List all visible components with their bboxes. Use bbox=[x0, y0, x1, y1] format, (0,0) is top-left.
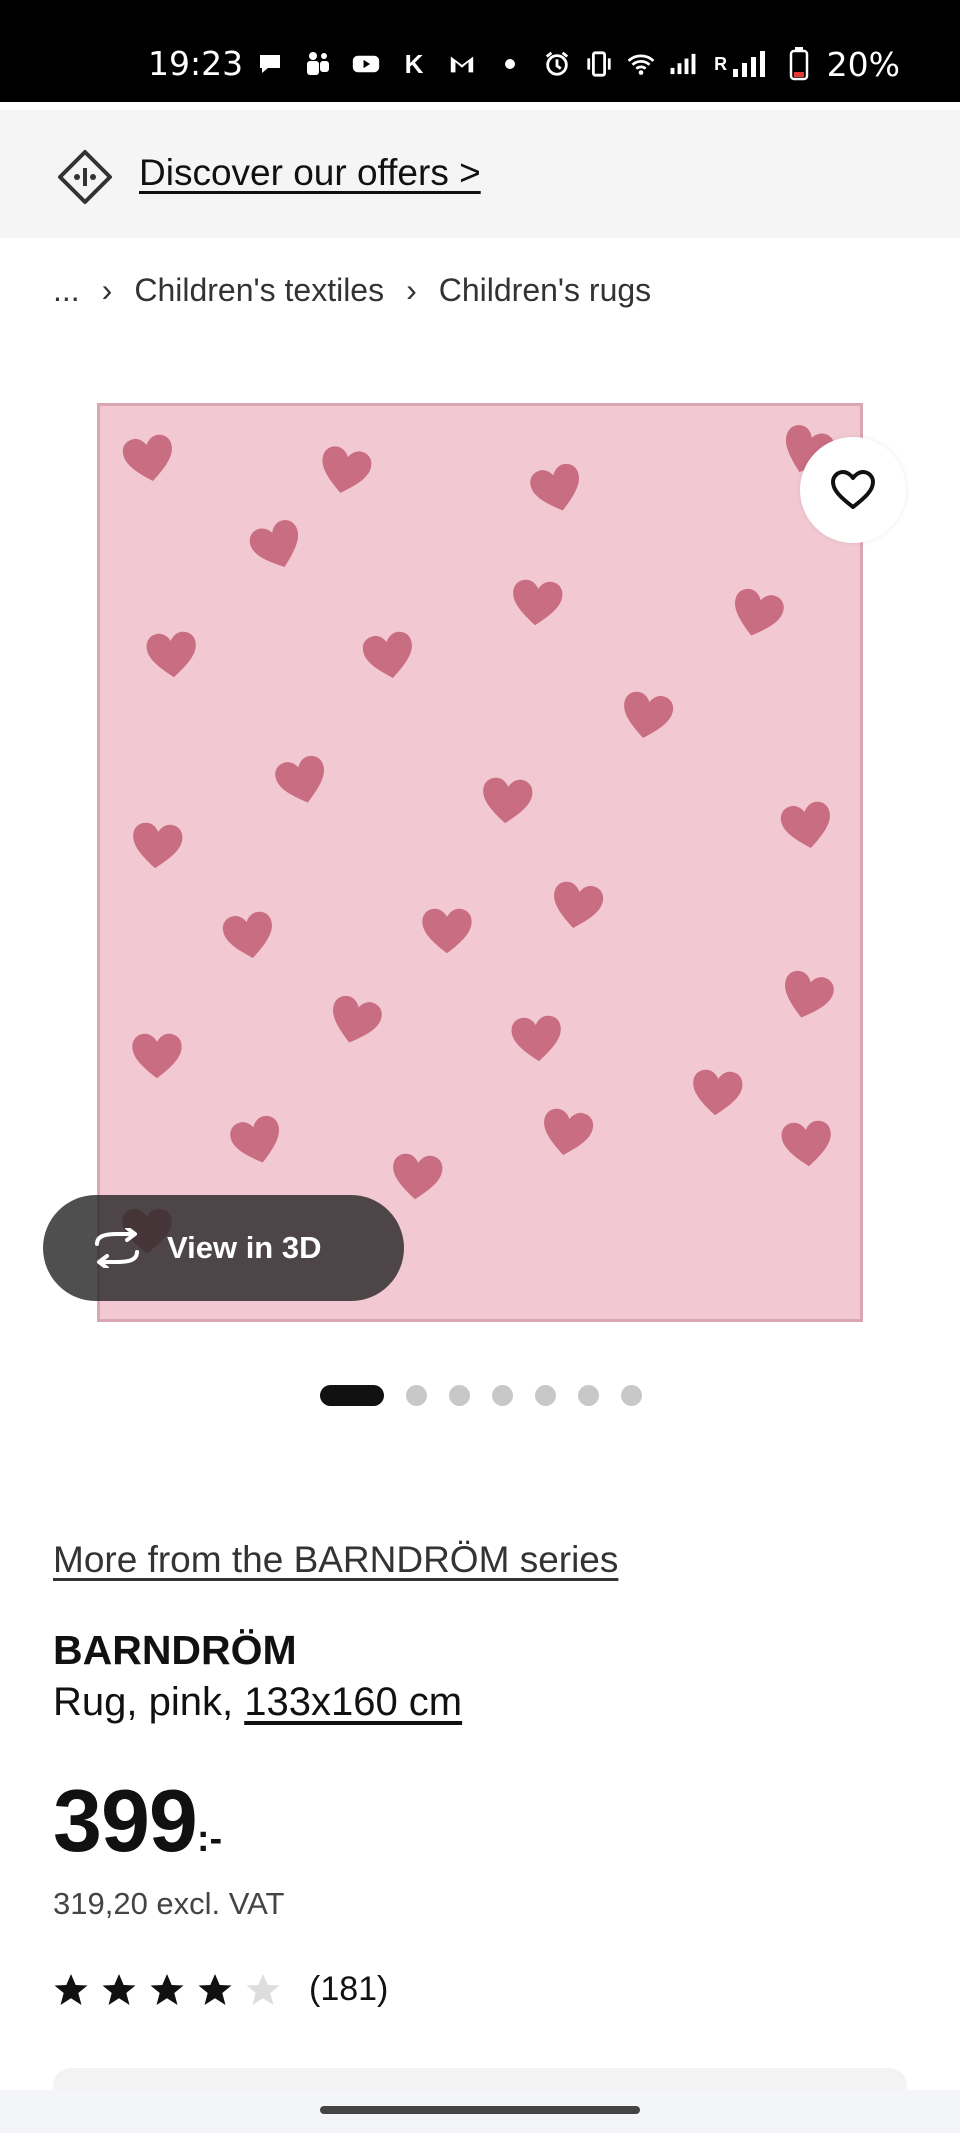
rotate-3d-icon bbox=[95, 1228, 139, 1268]
breadcrumb-ellipsis[interactable]: ... bbox=[53, 272, 80, 309]
gallery-pagination bbox=[320, 1385, 642, 1406]
rug-heart-motif bbox=[624, 691, 674, 738]
wifi-icon bbox=[627, 50, 655, 78]
rug-heart-motif bbox=[735, 588, 784, 636]
rug-heart-motif bbox=[322, 446, 372, 493]
discover-offers-link[interactable]: Discover our offers > bbox=[139, 152, 481, 194]
star-filled-icon bbox=[150, 1973, 184, 2005]
rug-heart-motif bbox=[483, 777, 533, 824]
price-excl-vat: 319,20 excl. VAT bbox=[53, 1886, 285, 1921]
pagination-dot[interactable] bbox=[535, 1385, 556, 1406]
heart-outline-icon bbox=[831, 470, 875, 509]
battery-percent: 20% bbox=[826, 44, 900, 84]
alarm-icon bbox=[543, 50, 571, 78]
rug-heart-motif bbox=[362, 631, 412, 678]
rug-heart-motif bbox=[554, 881, 604, 928]
pagination-dot[interactable] bbox=[406, 1385, 427, 1406]
pagination-dot-active[interactable] bbox=[320, 1385, 384, 1406]
status-notification-icons: K bbox=[256, 44, 524, 84]
product-type-color: Rug, pink, bbox=[53, 1680, 245, 1724]
product-description: Rug, pink, 133x160 cm bbox=[53, 1680, 462, 1725]
breadcrumb-childrens-textiles[interactable]: Children's textiles bbox=[134, 272, 384, 309]
breadcrumb: ... › Children's textiles › Children's r… bbox=[53, 272, 651, 309]
rug-heart-motif bbox=[511, 1015, 561, 1062]
gmail-icon bbox=[448, 50, 476, 78]
star-filled-icon bbox=[102, 1973, 136, 2005]
status-time: 19:23 bbox=[148, 44, 244, 83]
rug-heart-motif bbox=[544, 1108, 594, 1155]
home-gesture-handle[interactable] bbox=[320, 2106, 640, 2114]
pagination-dot[interactable] bbox=[492, 1385, 513, 1406]
price-tag-icon bbox=[58, 150, 112, 204]
rug-heart-motif bbox=[275, 755, 324, 803]
teams-icon bbox=[304, 50, 332, 78]
favorite-button[interactable] bbox=[800, 437, 906, 543]
rug-heart-motif bbox=[393, 1153, 443, 1200]
rug-heart-motif bbox=[781, 1120, 831, 1167]
series-link[interactable]: More from the BARNDRÖM series bbox=[53, 1539, 618, 1581]
star-filled-icon bbox=[198, 1973, 232, 2005]
pagination-dot[interactable] bbox=[578, 1385, 599, 1406]
youtube-icon bbox=[352, 50, 380, 78]
review-count[interactable]: (181) bbox=[309, 1970, 388, 2009]
price-amount: 399 bbox=[53, 1771, 198, 1870]
dot-icon bbox=[496, 50, 524, 78]
rug-heart-motif bbox=[780, 801, 830, 848]
product-size-link[interactable]: 133x160 cm bbox=[244, 1680, 462, 1724]
breadcrumb-separator: › bbox=[101, 272, 113, 308]
rug-heart-motif bbox=[230, 1115, 279, 1163]
rug-heart-motif bbox=[146, 631, 196, 678]
product-name: BARNDRÖM bbox=[53, 1627, 297, 1673]
battery-icon bbox=[785, 47, 813, 81]
pagination-dot[interactable] bbox=[449, 1385, 470, 1406]
status-bar: 19:23 K R 20% bbox=[0, 0, 960, 102]
rug-heart-motif bbox=[785, 970, 834, 1018]
product-image-rug[interactable] bbox=[97, 403, 863, 1322]
rug-heart-motif bbox=[333, 995, 382, 1043]
view-in-3d-button[interactable]: View in 3D bbox=[43, 1195, 404, 1301]
view-in-3d-label: View in 3D bbox=[167, 1230, 322, 1265]
product-rating[interactable]: (181) bbox=[53, 1970, 388, 2009]
rug-heart-motif bbox=[249, 520, 299, 567]
chat-icon bbox=[256, 50, 284, 78]
rug-heart-motif bbox=[132, 1033, 182, 1079]
star-empty-icon bbox=[246, 1973, 280, 2005]
rug-heart-motif bbox=[133, 822, 183, 869]
rug-heart-motif bbox=[693, 1069, 743, 1116]
rug-heart-motif bbox=[513, 579, 563, 626]
rug-heart-motif bbox=[530, 463, 579, 511]
rug-heart-motif bbox=[222, 911, 272, 958]
star-filled-icon bbox=[54, 1973, 88, 2005]
product-price: 399:- bbox=[53, 1770, 222, 1872]
breadcrumb-childrens-rugs[interactable]: Children's rugs bbox=[439, 272, 651, 309]
signal-icon bbox=[669, 50, 697, 78]
offers-banner[interactable]: Discover our offers > bbox=[0, 110, 960, 238]
price-suffix: :- bbox=[196, 1818, 223, 1860]
vibrate-icon bbox=[585, 50, 613, 78]
signal-r-icon: R bbox=[711, 50, 771, 78]
k-icon: K bbox=[404, 48, 424, 79]
breadcrumb-separator: › bbox=[406, 272, 417, 308]
roaming-letter: R bbox=[714, 53, 728, 74]
pagination-dot[interactable] bbox=[621, 1385, 642, 1406]
rug-heart-motif bbox=[422, 908, 472, 954]
status-system-icons: R 20% bbox=[543, 44, 900, 84]
rug-heart-motif bbox=[122, 434, 172, 481]
